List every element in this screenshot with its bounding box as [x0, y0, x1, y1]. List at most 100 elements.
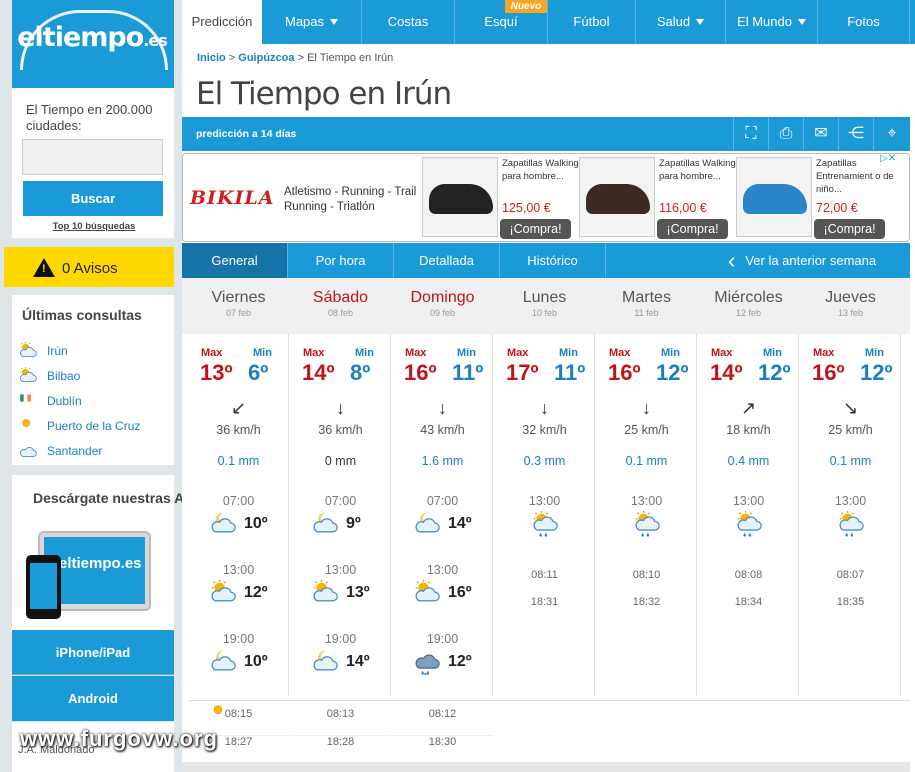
period-temp: 12º: [448, 653, 472, 670]
nav-2[interactable]: Costas: [362, 0, 455, 44]
ad-buy-button[interactable]: ¡Compra!: [657, 219, 728, 239]
day-name[interactable]: Martes: [596, 289, 697, 307]
sun-rain-icon: [734, 511, 764, 537]
max-temp: 16º: [404, 360, 437, 385]
alerts-label[interactable]: 0 Avisos: [62, 260, 118, 277]
ad-product-price: 116,00 €: [659, 201, 707, 215]
ad-product-image[interactable]: [736, 157, 812, 237]
wind-speed: 25 km/h: [624, 423, 669, 437]
ad-product-name[interactable]: Zapatillas Walking para hombre...: [659, 157, 737, 183]
sunset-time: 18:28: [290, 735, 391, 748]
wind-direction-icon: ↓: [642, 398, 651, 418]
location-icon[interactable]: ⌖: [873, 117, 910, 151]
recent-search-item[interactable]: Bilbao: [16, 367, 174, 392]
sunrise-time: 08:12: [428, 708, 457, 720]
recent-searches-title: Últimas consultas: [22, 307, 142, 323]
nav-label: Salud: [656, 14, 691, 29]
tab-0[interactable]: General: [182, 243, 288, 278]
day-name[interactable]: Jueves: [800, 289, 901, 307]
recent-search-item[interactable]: Puerto de la Cruz: [16, 417, 174, 442]
chevron-down-icon: [330, 19, 339, 25]
day-name[interactable]: Sábado: [290, 289, 391, 307]
tab-2[interactable]: Detallada: [394, 243, 500, 278]
wind-direction-icon: ↗: [740, 398, 757, 418]
period-hour: 07:00: [426, 494, 459, 508]
wind-speed: 36 km/h: [318, 423, 363, 437]
ad-buy-button[interactable]: ¡Compra!: [814, 219, 885, 239]
precipitation: 0 mm: [324, 454, 357, 468]
ad-product-price: 125,00 €: [502, 201, 551, 215]
tab-1[interactable]: Por hora: [288, 243, 394, 278]
period-hour: 19:00: [324, 632, 357, 646]
recent-search-label[interactable]: Santander: [47, 444, 102, 458]
breadcrumb-home[interactable]: Inicio: [197, 52, 226, 64]
period-temp: 14º: [448, 515, 472, 532]
ad-product-price: 72,00 €: [816, 201, 858, 215]
search-button[interactable]: Buscar: [23, 181, 163, 216]
sun-cloud-icon: [16, 342, 40, 360]
day-name[interactable]: Lunes: [494, 289, 595, 307]
min-label: Min: [661, 347, 680, 359]
period-hour: 13:00: [222, 563, 255, 577]
watermark: www.furgovw.org: [20, 726, 218, 751]
iphone-button[interactable]: iPhone/iPad: [12, 630, 174, 675]
period-hour: 07:00: [222, 494, 255, 508]
moon-cloud-icon: [310, 511, 340, 537]
sunset-time: 18:35: [836, 596, 865, 608]
logo[interactable]: eltiempo.es: [12, 22, 172, 53]
day-name[interactable]: Domingo: [392, 289, 493, 307]
min-label: Min: [457, 347, 476, 359]
shoe-icon: [743, 184, 807, 214]
recent-search-label[interactable]: Puerto de la Cruz: [47, 419, 140, 433]
day-date: 07 feb: [225, 308, 252, 318]
ad-product-name[interactable]: Zapatillas Walking para hombre...: [502, 157, 580, 183]
breadcrumb: Inicio > Guipúzcoa > El Tiempo en Irún: [197, 52, 394, 64]
forecast-range-label[interactable]: predicción a 14 días: [196, 128, 296, 140]
min-temp: 11º: [554, 360, 586, 385]
nav-7[interactable]: Fotos: [818, 0, 910, 44]
day-date: 09 feb: [429, 308, 456, 318]
day-date: 10 feb: [531, 308, 558, 318]
nav-label: Predicción: [191, 14, 253, 29]
moon-cloud-icon: [310, 649, 340, 675]
recent-search-label[interactable]: Irún: [47, 344, 68, 358]
nav-4[interactable]: Fútbol: [548, 0, 636, 44]
android-button[interactable]: Android: [12, 676, 174, 721]
ad-buy-button[interactable]: ¡Compra!: [500, 219, 571, 239]
fullscreen-icon[interactable]: ⛶: [733, 117, 768, 151]
recent-search-item[interactable]: Irún: [16, 342, 174, 367]
recent-search-item[interactable]: Dublín: [16, 392, 174, 417]
share-icon[interactable]: ⋲: [838, 117, 873, 151]
nav-1[interactable]: Mapas: [262, 0, 362, 44]
recent-search-label[interactable]: Dublín: [47, 394, 82, 408]
print-icon[interactable]: ⎙: [768, 117, 803, 151]
sunset-time: 18:34: [734, 596, 763, 608]
ad-product-image[interactable]: [579, 157, 655, 237]
tab-3[interactable]: Histórico: [500, 243, 606, 278]
day-name[interactable]: Miércoles: [698, 289, 799, 307]
previous-week-link[interactable]: ‹ Ver la anterior semana: [728, 243, 876, 278]
top10-link[interactable]: Top 10 búsquedas: [26, 221, 162, 232]
nav-6[interactable]: El Mundo: [726, 0, 818, 44]
day-name[interactable]: Viernes: [188, 289, 289, 307]
ad-choices-icon[interactable]: ▷✕: [880, 153, 908, 167]
recent-search-item[interactable]: Santander: [16, 442, 174, 467]
ad-description[interactable]: Atletismo - Running - Trail Running - Tr…: [284, 185, 419, 215]
breadcrumb-current: El Tiempo en Irún: [307, 52, 394, 64]
ad-brand-logo[interactable]: BIKILA: [190, 187, 274, 209]
sun-icon: [16, 417, 40, 435]
period-hour: 13:00: [528, 494, 561, 508]
search-input[interactable]: [22, 139, 163, 175]
recent-search-label[interactable]: Bilbao: [47, 369, 80, 383]
max-temp: 16º: [812, 360, 845, 385]
precipitation: 0.3 mm: [523, 454, 566, 468]
nav-5[interactable]: Salud: [636, 0, 726, 44]
max-temp: 14º: [302, 360, 335, 385]
period-hour: 13:00: [834, 494, 867, 508]
ad-product-image[interactable]: [422, 157, 498, 237]
nav-0[interactable]: Predicción: [182, 0, 262, 44]
min-temp: 6º: [248, 360, 269, 385]
breadcrumb-region[interactable]: Guipúzcoa: [238, 52, 294, 64]
email-icon[interactable]: ✉: [803, 117, 838, 151]
search-title: El Tiempo en 200.000 ciudades:: [26, 102, 153, 133]
